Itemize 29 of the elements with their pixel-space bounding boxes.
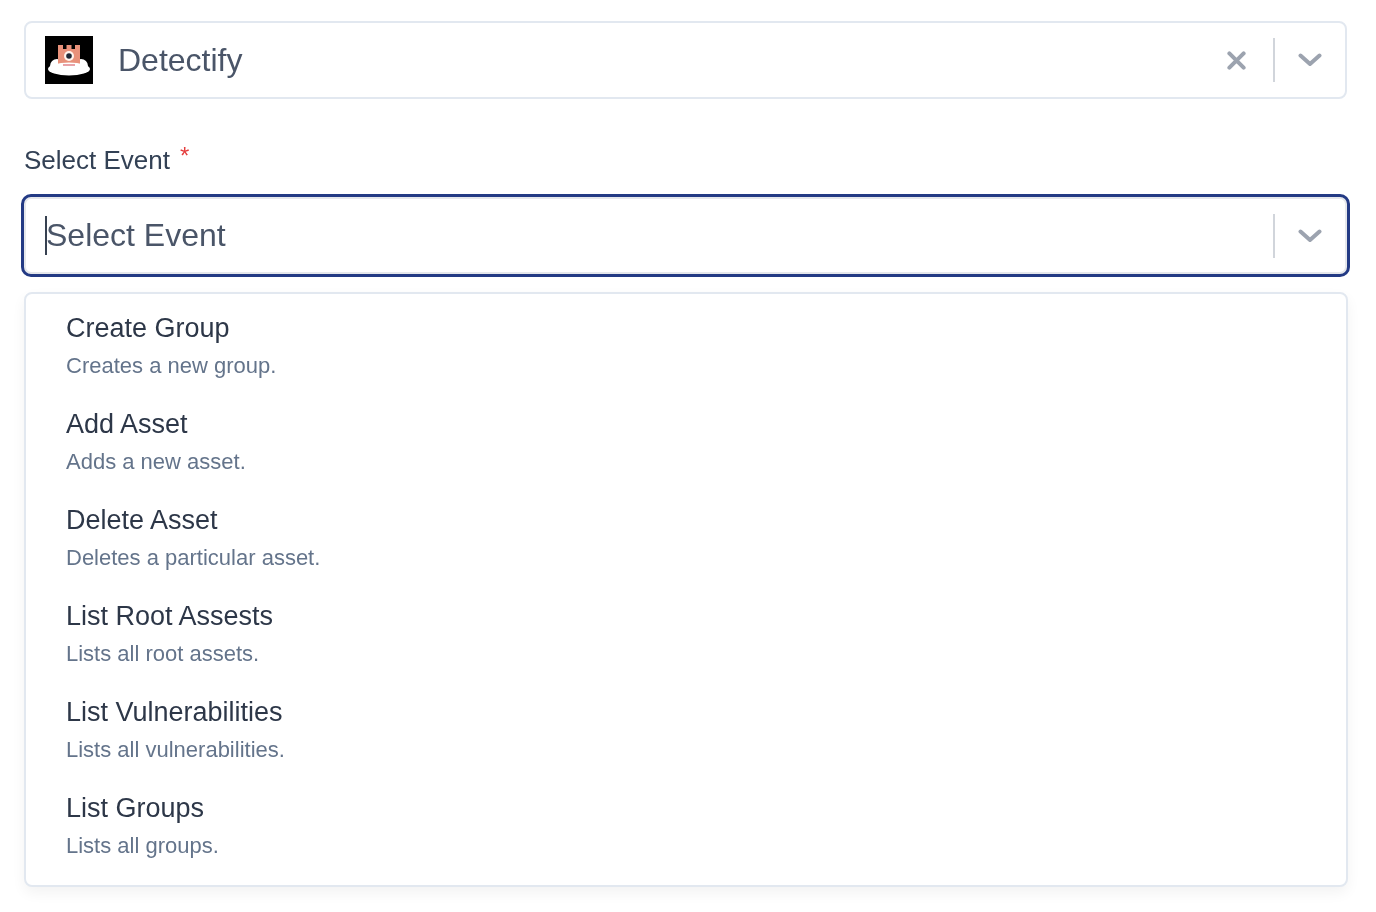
text-cursor-icon: [45, 216, 47, 255]
option-description: Deletes a particular asset.: [66, 544, 321, 572]
menu-option[interactable]: List Groups Lists all groups.: [26, 780, 1346, 876]
option-description: Lists all groups.: [66, 832, 219, 860]
menu-option[interactable]: Add Asset Adds a new asset.: [26, 396, 1346, 492]
option-description: Adds a new asset.: [66, 448, 246, 476]
option-title: List Vulnerabilities: [66, 696, 283, 729]
chevron-down-icon: [1298, 53, 1322, 67]
option-title: Create Group: [66, 312, 230, 345]
selected-value: Detectify: [118, 41, 243, 80]
event-input[interactable]: Select Event: [46, 213, 1253, 258]
menu-option[interactable]: List Vulnerabilities Lists all vulnerabilities.: [26, 684, 1346, 780]
event-select[interactable]: Select Event: [21, 194, 1350, 277]
logo-icon: [45, 36, 93, 84]
option-title: List Root Assests: [66, 600, 274, 633]
close-icon: [1227, 50, 1246, 70]
menu-option[interactable]: Create Group Creates a new group.: [26, 300, 1346, 396]
option-description: Lists all root assets.: [66, 640, 260, 668]
required-mark: *: [180, 144, 190, 168]
option-description: Lists all vulnerabilities.: [66, 736, 285, 764]
menu-option[interactable]: List Root Assests Lists all root assets.: [26, 588, 1346, 684]
menu-option[interactable]: Delete Asset Deletes a particular asset.: [26, 492, 1346, 588]
option-title: Add Asset: [66, 408, 188, 441]
connection-select[interactable]: Detectify: [24, 21, 1347, 99]
option-title: List Groups: [66, 792, 205, 825]
chevron-down-icon: [1298, 228, 1322, 243]
option-description: Creates a new group.: [66, 352, 277, 380]
field-label: Select Event: [24, 144, 170, 176]
option-title: Delete Asset: [66, 504, 218, 537]
